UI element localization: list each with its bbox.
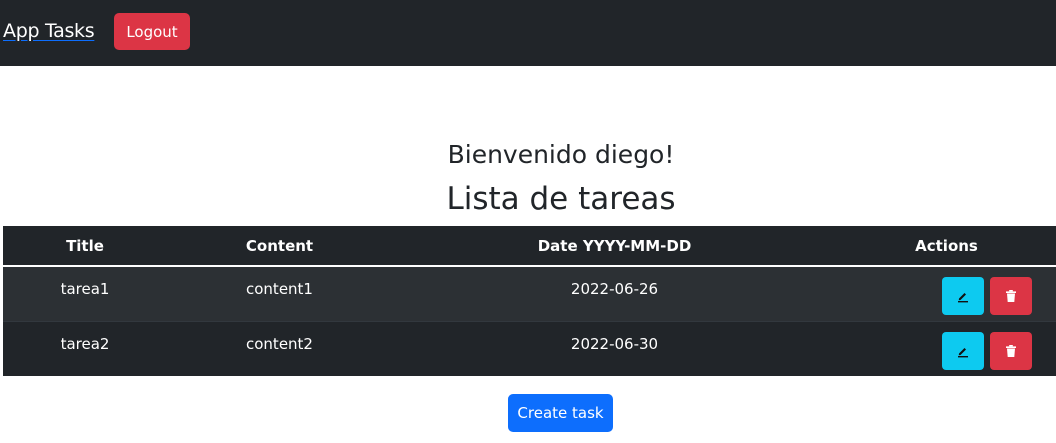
column-header-title: Title: [3, 226, 167, 267]
task-actions: [837, 320, 1056, 376]
create-task-button[interactable]: Create task: [508, 394, 613, 432]
task-content: content2: [167, 320, 392, 376]
brand-link[interactable]: App Tasks: [3, 20, 95, 42]
task-table: Title Content Date YYYY-MM-DD Actions ta…: [3, 226, 1056, 376]
trash-icon: [1005, 344, 1016, 357]
task-actions: [837, 266, 1056, 321]
column-header-date: Date YYYY-MM-DD: [392, 226, 837, 267]
task-content: content1: [167, 266, 392, 321]
task-title: tarea2: [3, 320, 167, 376]
table-row: tarea1 content1 2022-06-26: [3, 266, 1056, 321]
edit-task-button[interactable]: [942, 331, 984, 370]
navbar: App Tasks Logout: [0, 0, 1056, 66]
task-date: 2022-06-26: [392, 266, 837, 321]
trash-icon: [1005, 290, 1016, 302]
column-header-actions: Actions: [837, 226, 1056, 267]
table-header-row: Title Content Date YYYY-MM-DD Actions: [3, 226, 1056, 267]
table-row: tarea2 content2 2022-06-30: [3, 320, 1056, 376]
edit-task-button[interactable]: [942, 277, 984, 315]
task-title: tarea1: [3, 266, 167, 321]
delete-task-button[interactable]: [989, 277, 1032, 315]
task-date: 2022-06-30: [392, 320, 837, 376]
welcome-heading: Bienvenido diego!: [447, 140, 675, 169]
column-header-content: Content: [167, 226, 392, 267]
pencil-icon: [958, 347, 968, 357]
page-title: Lista de tareas: [446, 181, 676, 217]
logout-button[interactable]: Logout: [114, 13, 190, 50]
delete-task-button[interactable]: [989, 331, 1032, 370]
pencil-icon: [958, 293, 968, 303]
